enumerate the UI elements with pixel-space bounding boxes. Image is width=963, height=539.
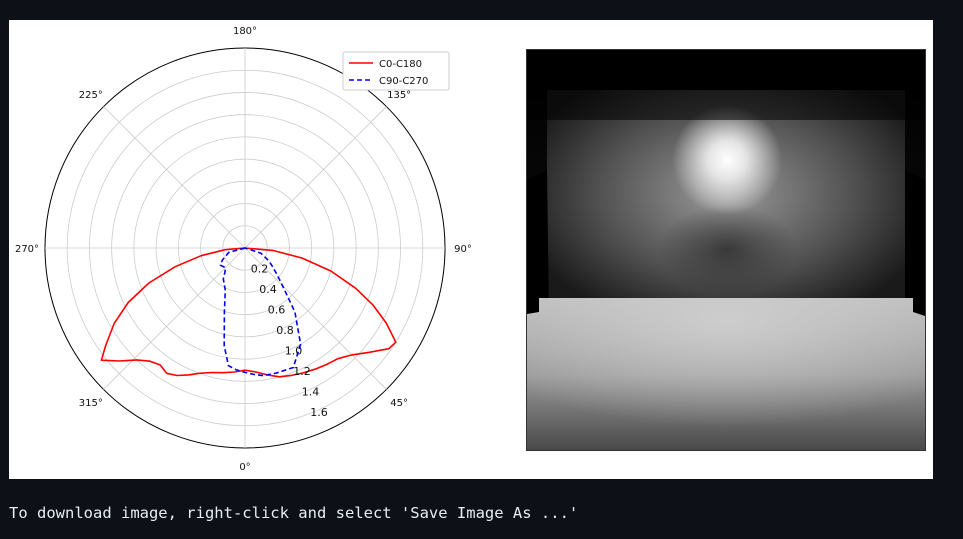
angle-tick-label: 0° [239, 462, 250, 473]
radial-tick-label: 1.0 [285, 345, 303, 358]
angle-tick-label: 135° [387, 90, 411, 101]
angle-tick-label: 315° [79, 398, 103, 409]
polar-chart: 180° 135° 90° 45° 0° 315° 270° 225° 0.2 0.4 0.6 0.8… [15, 26, 472, 473]
radial-tick-label: 0.6 [268, 304, 286, 317]
radial-tick-label: 0.4 [259, 283, 277, 296]
angle-tick-label: 90° [454, 244, 472, 255]
angle-tick-label: 180° [233, 26, 257, 37]
radial-tick-label: 1.4 [302, 386, 320, 399]
polar-grid-spoke [103, 106, 246, 249]
figure-panel[interactable]: 180° 135° 90° 45° 0° 315° 270° 225° 0.2 0.4 0.6 0.8… [9, 20, 933, 479]
radial-tick-label: 1.2 [293, 365, 311, 378]
angle-tick-label: 225° [79, 90, 103, 101]
series-line-c0-c180 [100, 247, 397, 378]
angle-tick-label: 45° [390, 398, 408, 409]
legend: C0-C180 C90-C270 [342, 51, 450, 91]
polar-grid-spoke [244, 106, 387, 249]
luminance-render [526, 49, 926, 451]
download-hint: To download image, right-click and selec… [9, 504, 579, 522]
radial-tick-label: 1.6 [310, 406, 328, 419]
legend-label-c90: C90-C270 [379, 76, 428, 87]
angle-tick-label: 270° [15, 244, 39, 255]
legend-label-c0: C0-C180 [379, 59, 422, 70]
radial-tick-label: 0.8 [276, 324, 294, 337]
luminance-render-image [527, 50, 925, 450]
series-layer [100, 247, 397, 378]
radial-tick-label: 0.2 [251, 263, 269, 276]
